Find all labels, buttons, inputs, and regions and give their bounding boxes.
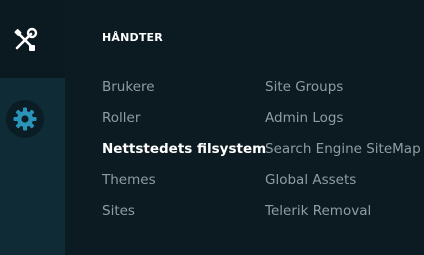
- menu-item[interactable]: Site Groups: [265, 79, 343, 95]
- menu-item[interactable]: Brukere: [102, 79, 155, 95]
- tools-icon[interactable]: [12, 27, 38, 53]
- left-rail: [0, 0, 65, 255]
- menu-item[interactable]: Sites: [102, 203, 135, 219]
- gear-icon: [13, 107, 37, 131]
- menu-item[interactable]: Telerik Removal: [265, 203, 371, 219]
- settings-button[interactable]: [6, 100, 44, 138]
- menu-heading: HÅNDTER: [102, 31, 163, 44]
- menu-item[interactable]: Global Assets: [265, 172, 356, 188]
- menu-item[interactable]: Roller: [102, 110, 140, 126]
- rail-tools-section[interactable]: [0, 0, 65, 78]
- menu-item[interactable]: Search Engine SiteMap: [265, 141, 421, 157]
- menu-item[interactable]: Themes: [102, 172, 156, 188]
- menu-item[interactable]: Admin Logs: [265, 110, 343, 126]
- menu-item[interactable]: Nettstedets filsystem: [102, 141, 266, 157]
